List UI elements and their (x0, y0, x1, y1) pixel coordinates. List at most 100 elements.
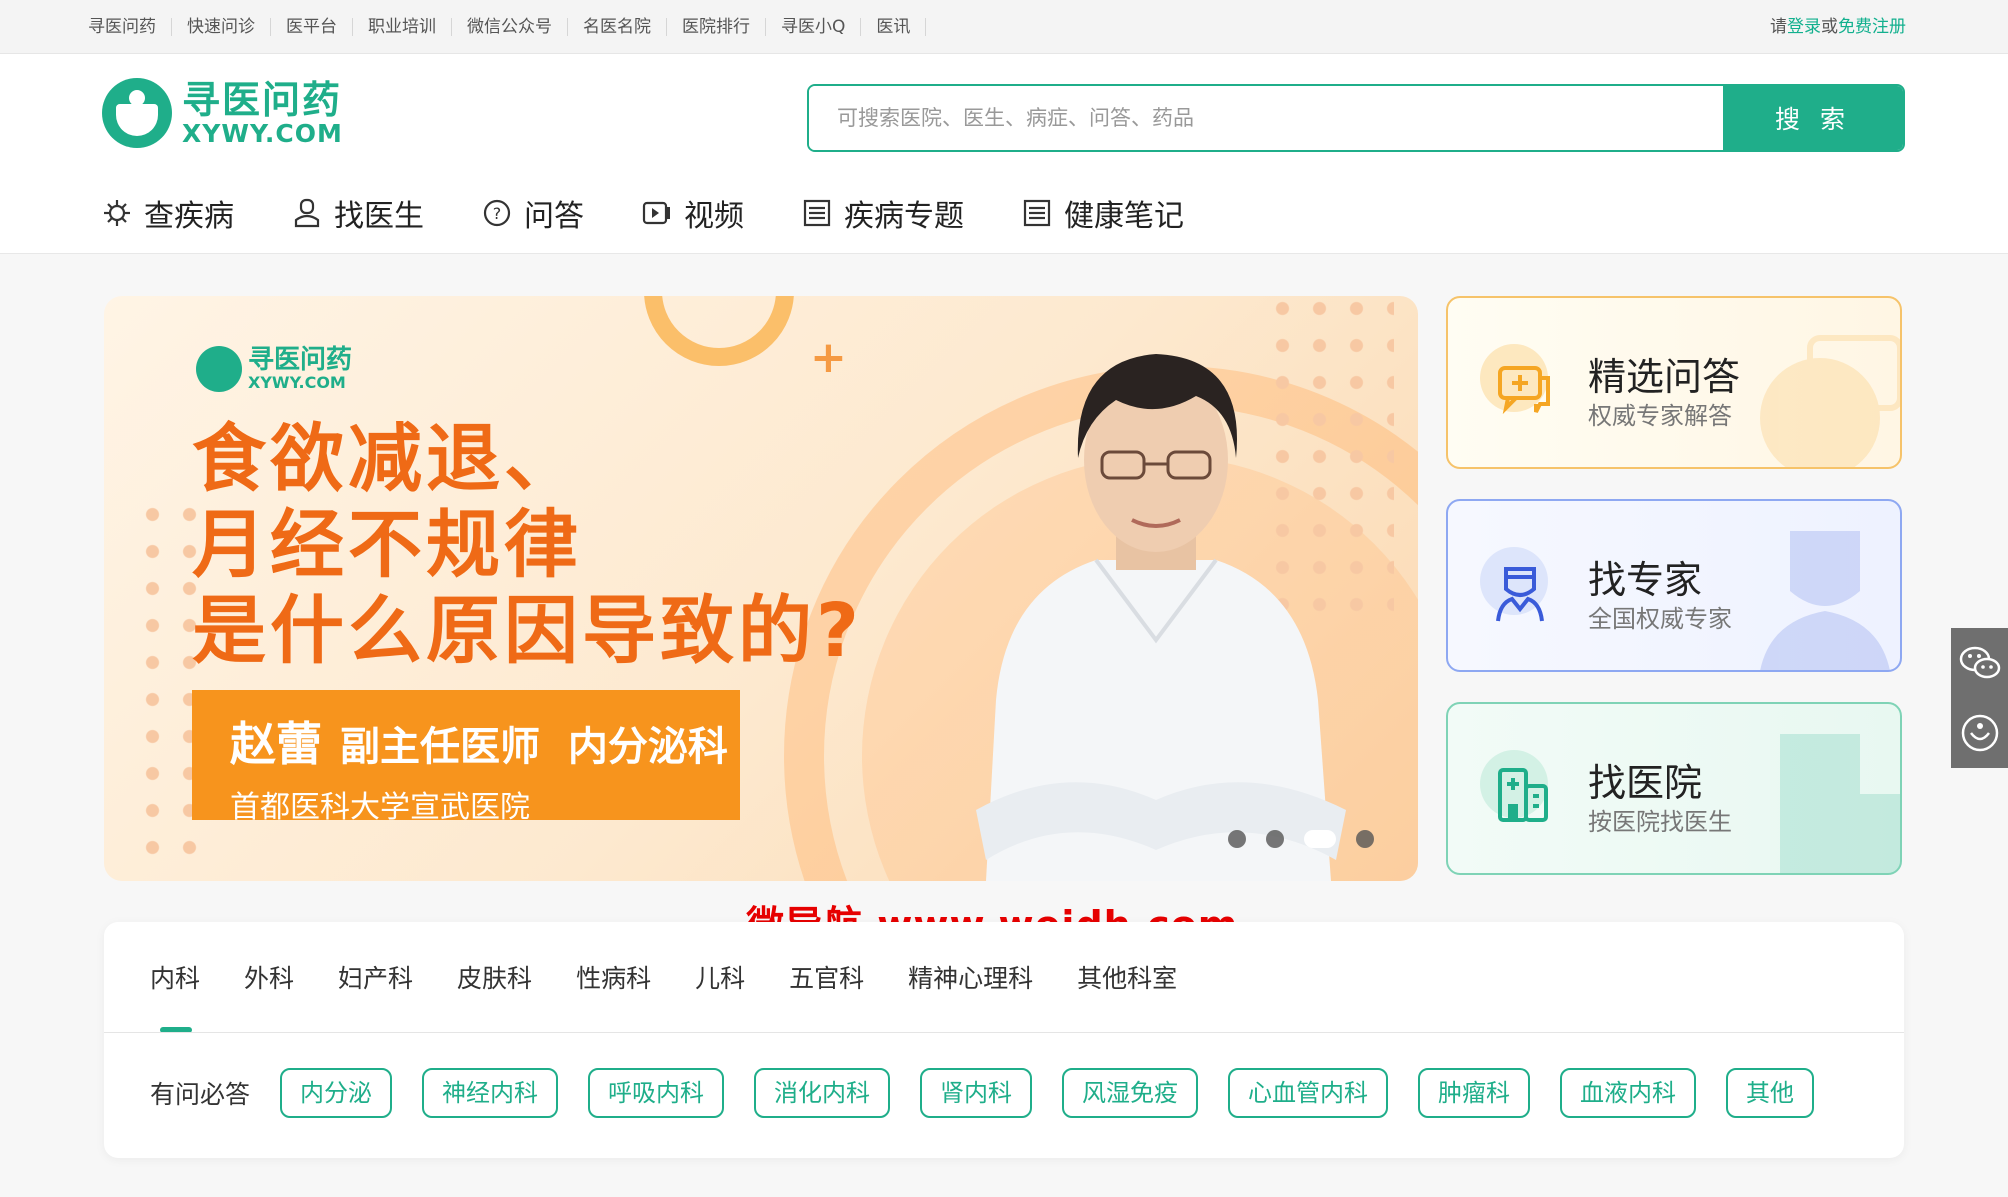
hospital-icon (1480, 750, 1548, 822)
tab-department[interactable]: 妇产科 (338, 959, 413, 995)
note-icon (1023, 199, 1051, 227)
login-prefix: 请 (1770, 17, 1787, 37)
carousel-dot-active[interactable] (1304, 830, 1336, 848)
nav-item-doctors[interactable]: 找医生 (292, 188, 424, 238)
tab-department[interactable]: 内科 (150, 959, 200, 1033)
subdepartment-tag[interactable]: 心血管内科 (1228, 1068, 1389, 1118)
login-area: 请登录或免费注册 (1770, 0, 1906, 54)
card-title: 精选问答 (1588, 355, 1741, 399)
banner-logo: 寻医问药 XYWY.COM (196, 346, 352, 392)
department-panel: 内科 外科 妇产科 皮肤科 性病科 儿科 五官科 精神心理科 其他科室 有问必答… (104, 922, 1904, 1158)
floating-sidebar (1951, 628, 2008, 768)
subdepartment-tag[interactable]: 血液内科 (1560, 1068, 1697, 1118)
top-link[interactable]: 医讯 (861, 18, 927, 36)
tab-department[interactable]: 外科 (244, 959, 294, 995)
department-tabs: 内科 外科 妇产科 皮肤科 性病科 儿科 五官科 精神心理科 其他科室 (150, 922, 1221, 1033)
top-link[interactable]: 微信公众号 (452, 18, 568, 36)
doctor-department: 内分泌科 (567, 724, 728, 770)
wechat-button[interactable] (1951, 628, 2008, 698)
top-links: 寻医问药 快速问诊 医平台 职业培训 微信公众号 名医名院 医院排行 寻医小Q … (88, 0, 927, 54)
nav-label: 找医生 (334, 199, 424, 234)
nav-item-video[interactable]: 视频 (642, 188, 744, 238)
nav-item-diseases[interactable]: 查疾病 (102, 188, 234, 238)
subdepartment-tag[interactable]: 内分泌 (280, 1068, 393, 1118)
app-logo-icon (1961, 714, 1998, 752)
nav-label: 疾病专题 (844, 199, 964, 234)
nav-item-notes[interactable]: 健康笔记 (1022, 188, 1184, 238)
card-find-expert[interactable]: 找专家 全国权威专家 (1446, 499, 1902, 672)
header: 寻医问药 XYWY.COM 搜 索 查疾病 找医生 ? 问答 视频 疾病专题 (0, 54, 2008, 254)
tab-department[interactable]: 精神心理科 (908, 959, 1033, 995)
banner-decor (644, 296, 794, 366)
tab-department[interactable]: 儿科 (695, 959, 745, 995)
login-link[interactable]: 登录 (1787, 17, 1821, 37)
question-icon: ? (483, 199, 511, 227)
search-button[interactable]: 搜 索 (1723, 86, 1903, 150)
banner-logo-cn: 寻医问药 (248, 345, 353, 375)
tab-department[interactable]: 性病科 (576, 959, 651, 995)
subdepartment-tag[interactable]: 呼吸内科 (588, 1068, 725, 1118)
carousel-dot[interactable] (1356, 830, 1374, 848)
tab-department[interactable]: 其他科室 (1077, 959, 1177, 995)
card-subtitle: 权威专家解答 (1588, 402, 1732, 430)
site-logo[interactable]: 寻医问药 XYWY.COM (102, 78, 343, 148)
top-link[interactable]: 医平台 (271, 18, 353, 36)
doctor-icon (294, 198, 320, 228)
banner-carousel[interactable]: + 寻医问药 XYWY.COM 食欲减退、 月经不规律 是什么原因导致的? 赵蕾… (104, 296, 1418, 881)
subdepartment-tag[interactable]: 其他 (1726, 1068, 1815, 1118)
subdepartment-tag[interactable]: 风湿免疫 (1062, 1068, 1199, 1118)
nav-label: 问答 (524, 199, 584, 234)
carousel-indicators (1228, 830, 1394, 848)
subdepartment-tag[interactable]: 肿瘤科 (1418, 1068, 1531, 1118)
search-input[interactable] (809, 86, 1723, 150)
subdepartment-tag[interactable]: 肾内科 (920, 1068, 1033, 1118)
top-link[interactable]: 寻医小Q (766, 18, 862, 36)
banner-headline: 食欲减退、 月经不规律 是什么原因导致的? (192, 416, 863, 674)
logo-en: XYWY.COM (182, 119, 343, 148)
login-or: 或 (1821, 17, 1838, 37)
carousel-dot[interactable] (1228, 830, 1246, 848)
headline-line: 月经不规律 (192, 502, 582, 588)
doctor-name: 赵蕾 (230, 717, 322, 771)
card-selected-qa[interactable]: 精选问答 权威专家解答 (1446, 296, 1902, 469)
headline-line: 食欲减退、 (192, 416, 582, 502)
top-link[interactable]: 寻医问药 (88, 18, 172, 36)
main-nav: 查疾病 找医生 ? 问答 视频 疾病专题 健康笔记 (102, 188, 1242, 238)
video-icon (642, 201, 670, 225)
card-title: 找医院 (1588, 761, 1703, 805)
card-subtitle: 按医院找医生 (1588, 808, 1732, 836)
carousel-dot[interactable] (1266, 830, 1284, 848)
top-link[interactable]: 职业培训 (353, 18, 452, 36)
subdepartment-row: 有问必答 内分泌 神经内科 呼吸内科 消化内科 肾内科 风湿免疫 心血管内科 肿… (150, 1068, 1844, 1118)
hospital-icon (1780, 734, 1900, 873)
nav-item-topics[interactable]: 疾病专题 (802, 188, 964, 238)
nav-item-qa[interactable]: ? 问答 (482, 188, 584, 238)
app-button[interactable] (1951, 698, 2008, 768)
chat-plus-icon (1480, 344, 1550, 415)
tab-department[interactable]: 五官科 (789, 959, 864, 995)
headline-line: 是什么原因导致的? (192, 588, 863, 674)
top-link[interactable]: 快速问诊 (172, 18, 271, 36)
search-box: 搜 索 (807, 84, 1905, 152)
card-find-hospital[interactable]: 找医院 按医院找医生 (1446, 702, 1902, 875)
divider (104, 1032, 1904, 1033)
subdepartment-tag[interactable]: 神经内科 (422, 1068, 559, 1118)
doctor-icon (1760, 531, 1890, 670)
tab-department[interactable]: 皮肤科 (457, 959, 532, 995)
subdepartment-tag[interactable]: 消化内科 (754, 1068, 891, 1118)
doctor-hospital: 首都医科大学宣武医院 (230, 790, 530, 825)
top-link[interactable]: 医院排行 (667, 18, 766, 36)
virus-icon (104, 200, 130, 226)
register-link[interactable]: 免费注册 (1838, 17, 1906, 37)
row-label: 有问必答 (150, 1080, 251, 1109)
top-link[interactable]: 名医名院 (568, 18, 667, 36)
banner-logo-en: XYWY.COM (248, 373, 346, 392)
card-subtitle: 全国权威专家 (1588, 605, 1732, 633)
card-title: 找专家 (1588, 558, 1703, 602)
wechat-icon (1959, 646, 2000, 679)
logo-cn: 寻医问药 (182, 78, 343, 122)
question-icon (1760, 335, 1900, 467)
doctor-photo (976, 354, 1346, 881)
nav-label: 视频 (684, 199, 744, 234)
doctor-info-tag: 赵蕾 副主任医师 内分泌科 首都医科大学宣武医院 (192, 690, 740, 825)
